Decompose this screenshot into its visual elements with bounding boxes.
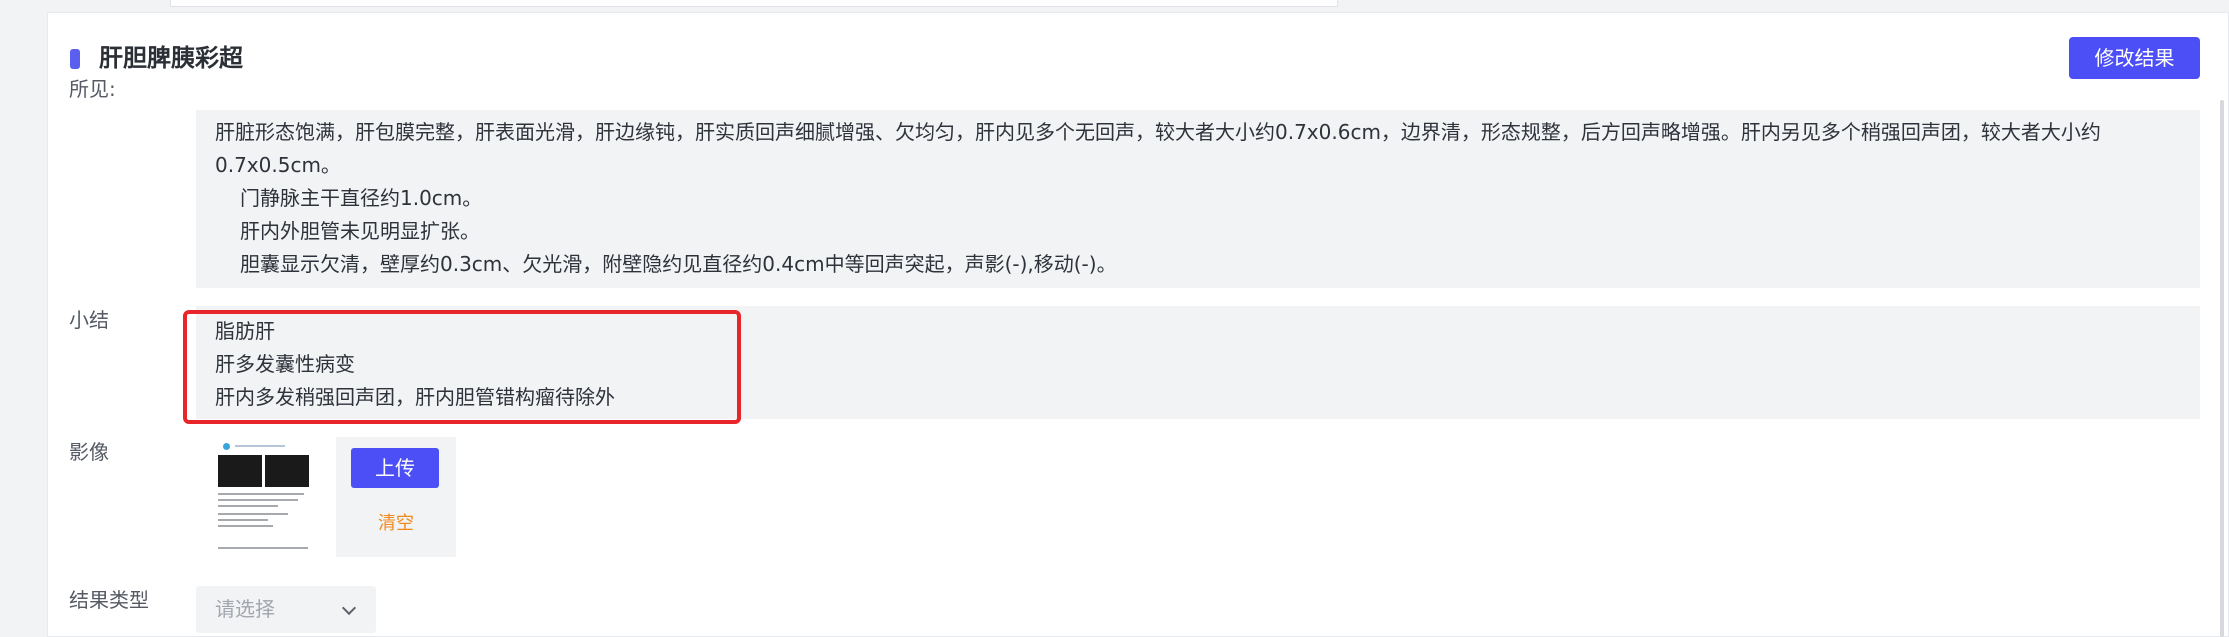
thumbnail-text-line <box>218 547 308 549</box>
thumbnail-text-line <box>218 505 278 507</box>
result-type-placeholder: 请选择 <box>215 597 275 621</box>
upload-panel: 上传 清空 <box>336 437 456 557</box>
findings-paragraph: 门静脉主干直径约1.0cm。 <box>240 186 483 210</box>
findings-paragraph: 肝内外胆管未见明显扩张。 <box>240 219 480 243</box>
thumbnail-text-line <box>218 525 273 527</box>
section-marker <box>70 49 80 69</box>
edit-result-button[interactable]: 修改结果 <box>2069 37 2200 79</box>
findings-paragraph: 肝脏形态饱满，肝包膜完整，肝表面光滑，肝边缘钝，肝实质回声细腻增强、欠均匀，肝内… <box>215 120 2101 177</box>
findings-box[interactable]: 肝脏形态饱满，肝包膜完整，肝表面光滑，肝边缘钝，肝实质回声细腻增强、欠均匀，肝内… <box>196 110 2200 288</box>
thumbnail-header <box>235 445 285 447</box>
result-type-select[interactable]: 请选择 <box>196 586 376 633</box>
ultrasound-image <box>218 455 262 487</box>
summary-label: 小结 <box>69 308 109 332</box>
findings-label: 所见: <box>69 77 116 101</box>
images-label: 影像 <box>69 440 109 464</box>
thumbnail-text-line <box>218 499 298 501</box>
chevron-down-icon <box>341 600 357 616</box>
result-type-label: 结果类型 <box>69 588 149 612</box>
summary-highlight-box <box>183 310 741 424</box>
thumbnail-text-line <box>218 493 304 495</box>
upload-button[interactable]: 上传 <box>351 448 439 488</box>
thumbnail-text-line <box>218 519 268 521</box>
thumbnail-text-line <box>218 513 288 515</box>
report-image-thumbnail[interactable] <box>213 437 313 557</box>
findings-paragraph: 胆囊显示欠清，壁厚约0.3cm、欠光滑，附壁隐约见直径约0.4cm中等回声突起，… <box>240 252 1117 276</box>
scrollbar[interactable] <box>2220 100 2224 637</box>
clear-link[interactable]: 清空 <box>336 511 456 537</box>
ultrasound-image <box>265 455 309 487</box>
logo-icon <box>223 443 230 450</box>
section-title: 肝胆脾胰彩超 <box>99 44 243 72</box>
top-panel-edge <box>170 0 1338 7</box>
